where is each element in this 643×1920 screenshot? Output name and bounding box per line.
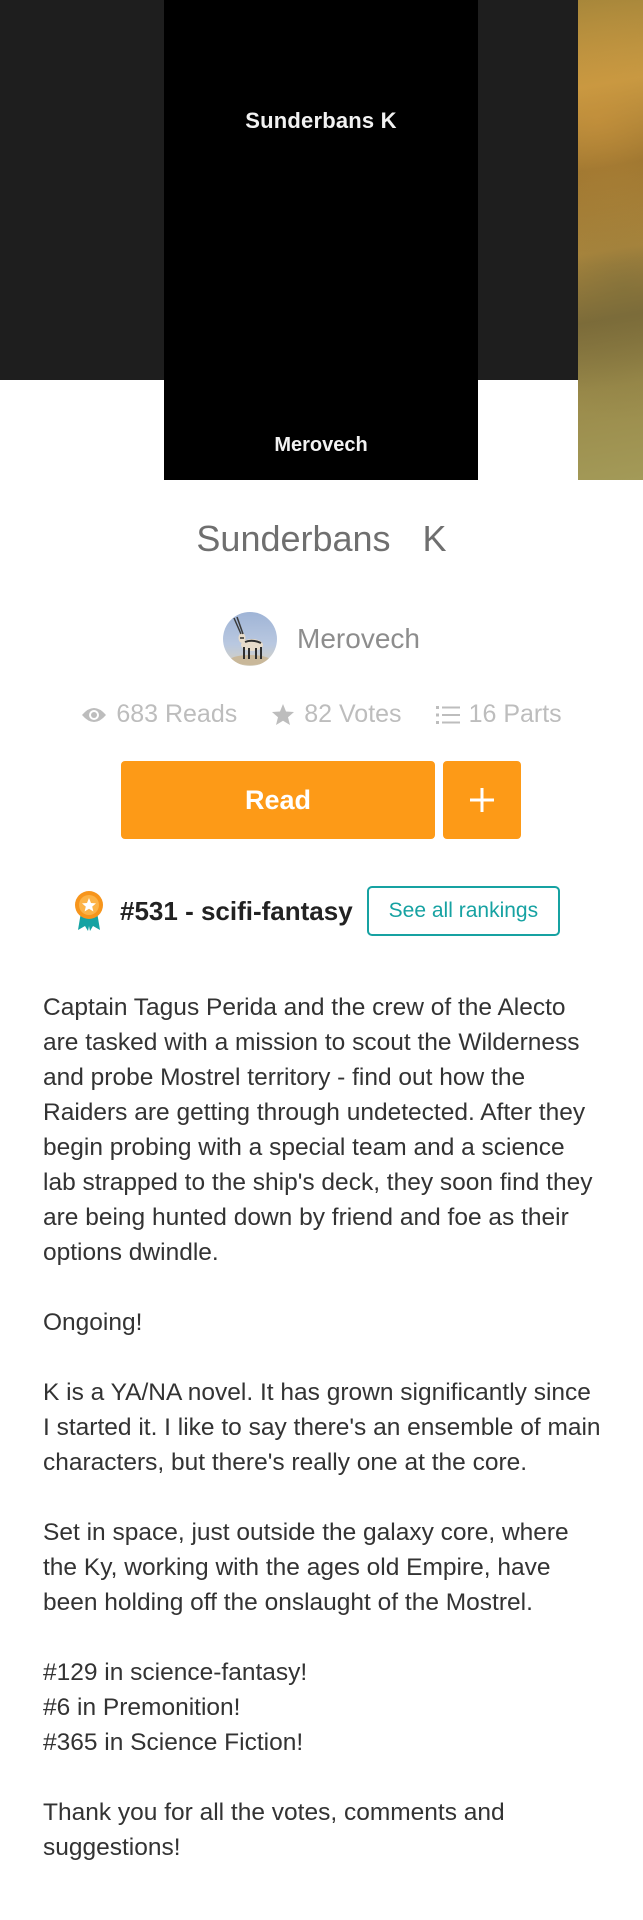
list-icon — [435, 705, 460, 724]
star-icon — [272, 704, 295, 725]
story-description: Captain Tagus Perida and the crew of the… — [43, 990, 603, 1900]
story-actions: Read — [121, 761, 521, 839]
book-cover[interactable]: Sunderbans K Merovech — [164, 0, 478, 480]
parts-count: 16 Parts — [468, 700, 562, 728]
add-to-library-button[interactable] — [443, 761, 521, 839]
oryx-icon — [230, 616, 271, 665]
ranking-label: #531 - scifi-fantasy — [120, 895, 353, 926]
votes-stat: 82 Votes — [271, 700, 402, 729]
next-cover-peek[interactable] — [578, 0, 643, 480]
description-paragraph: Captain Tagus Perida and the crew of the… — [43, 994, 593, 1266]
avatar[interactable] — [223, 612, 278, 666]
reads-stat: 683 Reads — [81, 700, 237, 729]
plus-icon — [470, 788, 494, 812]
description-paragraph: K is a YA/NA novel. It has grown signifi… — [43, 1379, 601, 1476]
eye-icon — [82, 707, 107, 722]
cover-author: Merovech — [274, 434, 368, 456]
votes-count: 82 Votes — [304, 700, 402, 728]
author-name[interactable]: Merovech — [297, 623, 420, 655]
description-paragraph: Set in space, just outside the galaxy co… — [43, 1519, 569, 1616]
story-title: Sunderbans K — [196, 518, 447, 559]
see-all-rankings-button[interactable]: See all rankings — [366, 886, 561, 936]
story-details-page: Sunderbans K Merovech Sunderbans K Merov… — [0, 0, 643, 1920]
story-stats: 683 Reads 82 Votes 16 Parts — [0, 700, 643, 729]
ranking-row: #531 - scifi-fantasy See all rankings — [72, 886, 561, 936]
description-paragraph: Ongoing! — [43, 1309, 143, 1336]
read-button[interactable]: Read — [121, 761, 435, 839]
parts-stat: 16 Parts — [435, 700, 562, 729]
award-ribbon-icon — [75, 891, 103, 931]
cover-title: Sunderbans K — [245, 108, 397, 133]
description-paragraph: Thank you for all the votes, comments an… — [43, 1799, 505, 1861]
reads-count: 683 Reads — [116, 700, 238, 728]
description-paragraph: #129 in science-fantasy! #6 in Premoniti… — [43, 1659, 308, 1756]
author-row[interactable]: Merovech — [0, 612, 643, 666]
